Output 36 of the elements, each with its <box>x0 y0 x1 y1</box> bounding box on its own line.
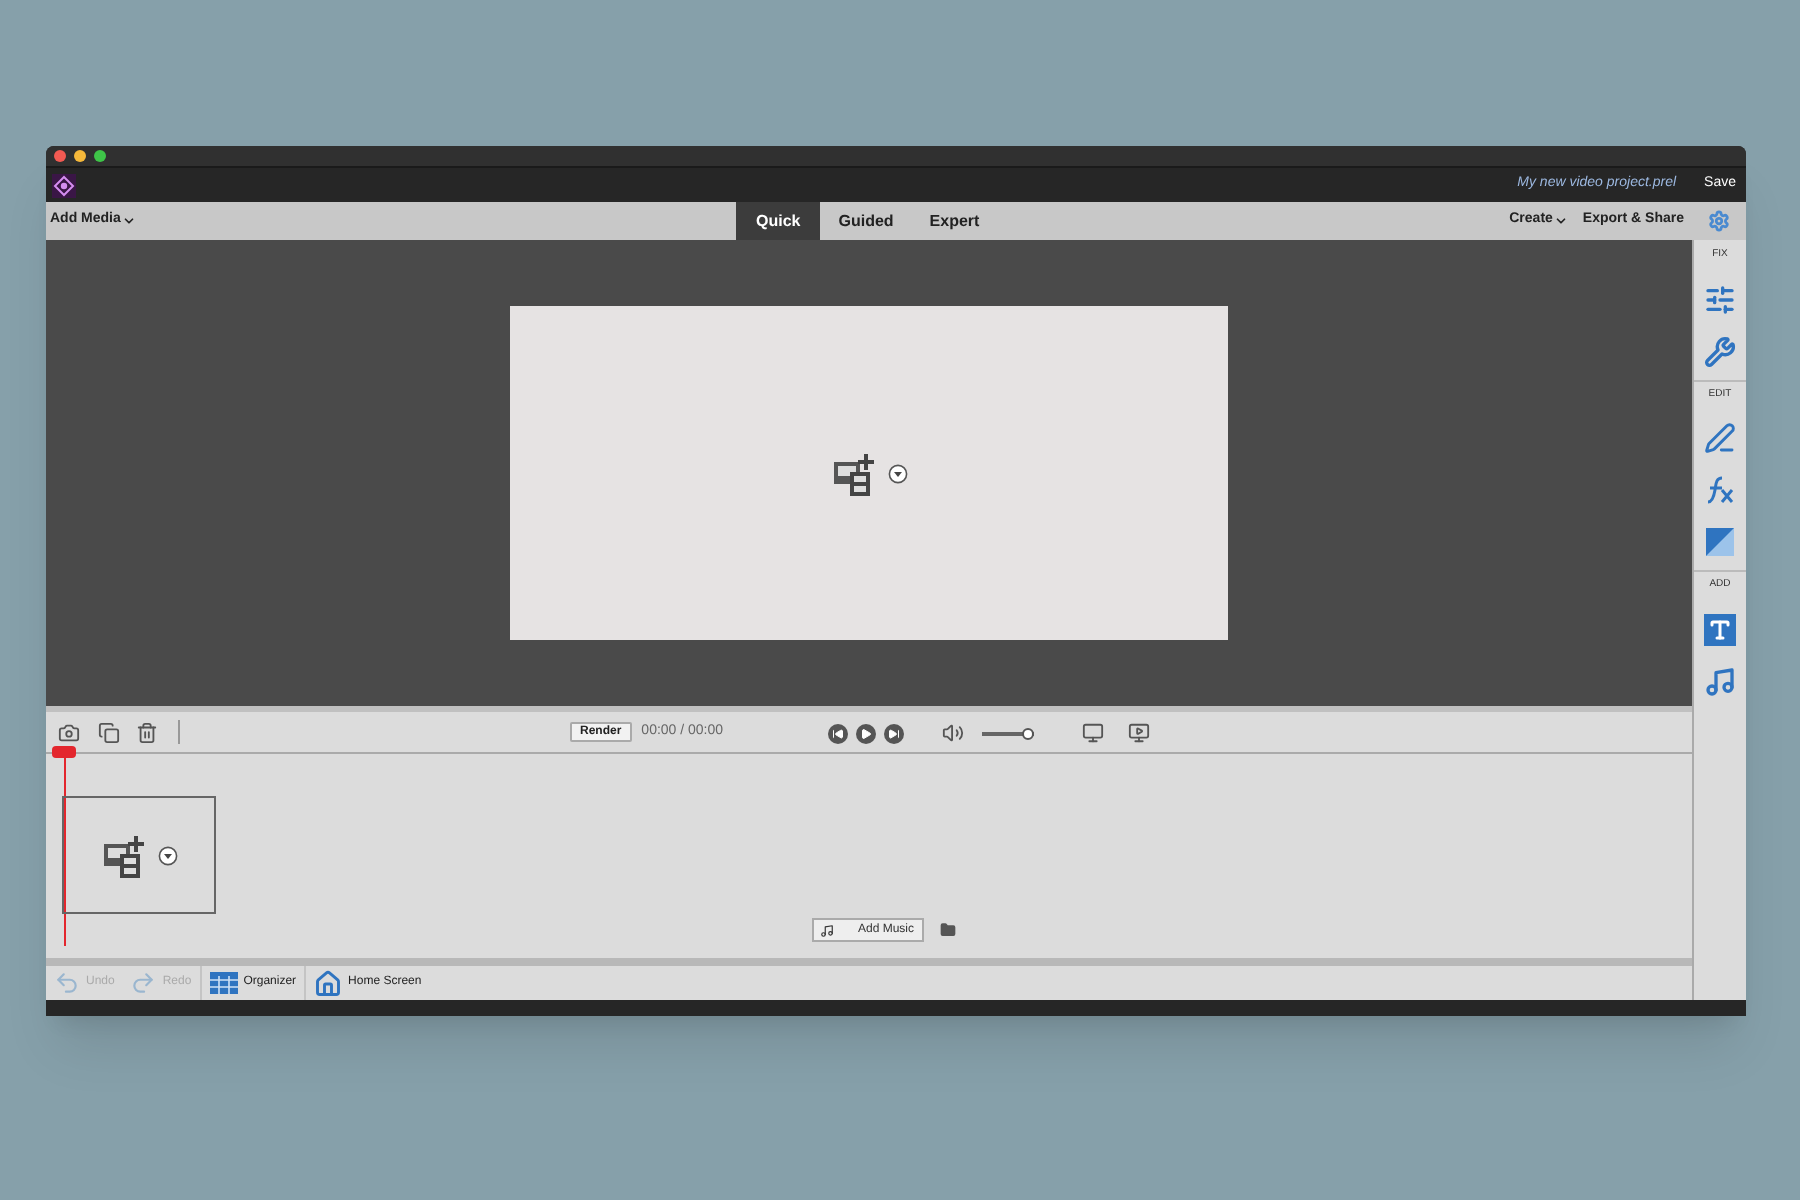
minimize-button[interactable] <box>74 150 86 162</box>
app-logo-icon <box>52 173 76 197</box>
dropdown-icon[interactable] <box>887 463 907 483</box>
clip-placeholder[interactable] <box>62 796 216 914</box>
music-note-icon <box>820 923 834 937</box>
mode-tab[interactable]: Quick <box>736 202 821 240</box>
grid-icon <box>209 972 238 994</box>
caret-icon <box>122 214 137 228</box>
pen-icon[interactable] <box>1704 422 1736 454</box>
zoom-button[interactable] <box>94 150 106 162</box>
next-button[interactable] <box>884 723 904 743</box>
home-icon <box>314 969 343 997</box>
mode-tab[interactable]: Guided <box>820 202 912 240</box>
dropdown-icon[interactable] <box>157 845 177 865</box>
trash-icon[interactable] <box>136 721 158 743</box>
monitor-icon[interactable] <box>1082 722 1104 744</box>
caret-icon <box>1554 214 1569 228</box>
function-icon[interactable] <box>1704 474 1736 506</box>
playhead[interactable] <box>52 746 76 946</box>
close-button[interactable] <box>54 150 66 162</box>
copy-icon[interactable] <box>98 721 120 743</box>
redo-icon <box>130 970 157 996</box>
volume-slider[interactable] <box>982 727 1034 739</box>
camera-icon[interactable] <box>58 721 80 743</box>
play-button[interactable] <box>856 723 876 743</box>
sliders-icon[interactable] <box>1704 283 1736 315</box>
folder-icon[interactable] <box>940 922 956 938</box>
text-icon[interactable] <box>1704 613 1736 645</box>
wrench-icon[interactable] <box>1704 335 1736 367</box>
volume-icon[interactable] <box>942 722 964 744</box>
gradient-icon[interactable] <box>1704 526 1736 558</box>
fullscreen-icon[interactable] <box>1128 722 1150 744</box>
undo-icon <box>54 970 80 996</box>
previous-button[interactable] <box>828 723 848 743</box>
music-icon[interactable] <box>1704 665 1736 697</box>
mode-tab[interactable]: Expert <box>911 202 998 240</box>
